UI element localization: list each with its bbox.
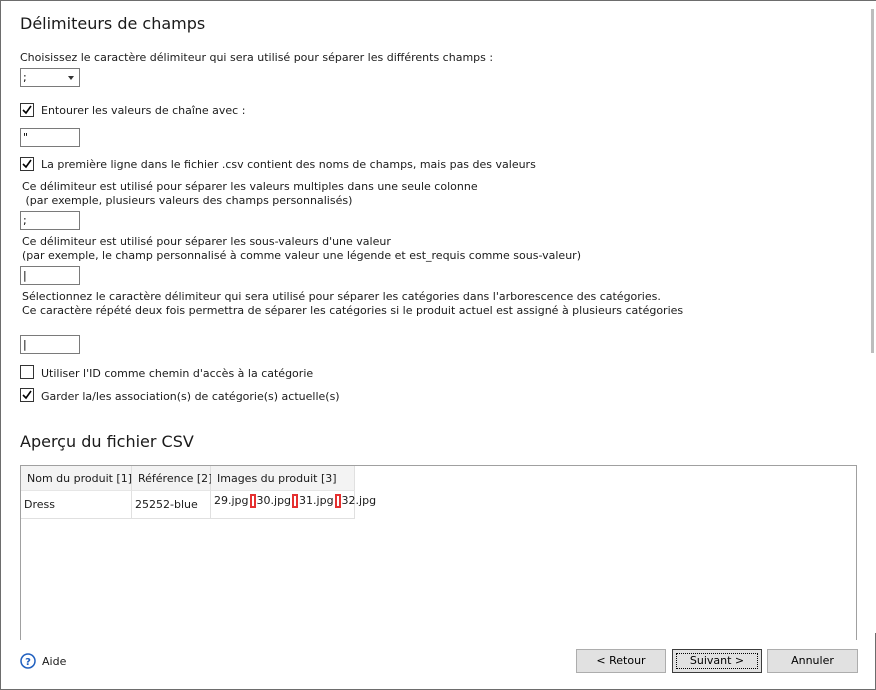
category-label-line1: Sélectionnez le caractère délimiteur qui… [22, 290, 661, 303]
help-icon[interactable]: ? [20, 653, 36, 669]
help-link[interactable]: Aide [42, 655, 66, 668]
enclose-label: Entourer les valeurs de chaîne avec : [41, 104, 246, 117]
table-cell-images[interactable]: 29.jpg 30.jpg 31.jpg 32.jpg [211, 491, 376, 519]
multi-value-label-line1: Ce délimiteur est utilisé pour séparer l… [22, 180, 478, 193]
scrollbar-thumb[interactable] [871, 9, 874, 353]
section-title-preview: Aperçu du fichier CSV [20, 432, 194, 451]
category-label: Sélectionnez le caractère délimiteur qui… [22, 290, 683, 318]
svg-text:?: ? [25, 657, 31, 668]
section-title-delimiters: Délimiteurs de champs [20, 14, 206, 33]
enclose-checkbox[interactable] [20, 103, 34, 117]
multi-value-input[interactable]: ; [20, 211, 80, 230]
enclose-input[interactable]: " [20, 128, 80, 147]
separator-highlight [292, 494, 299, 508]
column-header-reference[interactable]: Référence [2] [132, 466, 212, 491]
field-delimiter-label: Choisissez le caractère délimiteur qui s… [20, 51, 494, 64]
multi-value-label-line2: (par exemple, plusieurs valeurs des cham… [22, 194, 353, 207]
next-button[interactable]: Suivant > [672, 649, 762, 673]
sub-value-input[interactable]: | [20, 266, 80, 285]
column-header-name[interactable]: Nom du produit [1] [21, 466, 132, 491]
checkmark-icon [22, 159, 32, 169]
csv-preview-grid[interactable]: Nom du produit [1] Référence [2] Images … [20, 465, 857, 640]
category-input[interactable]: | [20, 335, 80, 354]
sub-value-label-line1: Ce délimiteur est utilisé pour séparer l… [22, 235, 391, 248]
checkmark-icon [22, 105, 32, 115]
chevron-down-icon [68, 76, 74, 80]
sub-value-label: Ce délimiteur est utilisé pour séparer l… [22, 235, 581, 263]
sub-value-label-line2: (par exemple, le champ personnalisé à co… [22, 249, 581, 262]
field-delimiter-value: ; [23, 71, 27, 84]
keep-assoc-checkbox[interactable] [20, 388, 34, 402]
field-delimiter-select[interactable]: ; [20, 68, 80, 87]
vertical-scrollbar[interactable] [867, 1, 876, 633]
image-value-3: 31.jpg [299, 494, 334, 507]
table-cell-reference[interactable]: 25252-blue [132, 491, 211, 519]
column-header-images[interactable]: Images du produit [3] [211, 466, 355, 491]
use-id-label: Utiliser l'ID comme chemin d'accès à la … [41, 367, 314, 380]
separator-highlight [249, 494, 256, 508]
multi-value-label: Ce délimiteur est utilisé pour séparer l… [22, 180, 478, 208]
category-label-line2: Ce caractère répété deux fois permettra … [22, 304, 684, 317]
image-value-2: 30.jpg [256, 494, 292, 507]
back-button[interactable]: < Retour [576, 649, 666, 673]
checkmark-icon [22, 390, 32, 400]
keep-assoc-label: Garder la/les association(s) de catégori… [41, 390, 340, 403]
image-value-4: 32.jpg [341, 494, 377, 507]
separator-highlight [334, 494, 341, 508]
use-id-checkbox[interactable] [20, 365, 34, 379]
table-cell-name[interactable]: Dress [21, 491, 132, 519]
header-row-checkbox[interactable] [20, 157, 34, 171]
next-button-label: Suivant > [689, 654, 745, 667]
image-value-1: 29.jpg [214, 494, 249, 507]
cancel-button[interactable]: Annuler [767, 649, 858, 673]
header-row-label: La première ligne dans le fichier .csv c… [41, 158, 536, 171]
